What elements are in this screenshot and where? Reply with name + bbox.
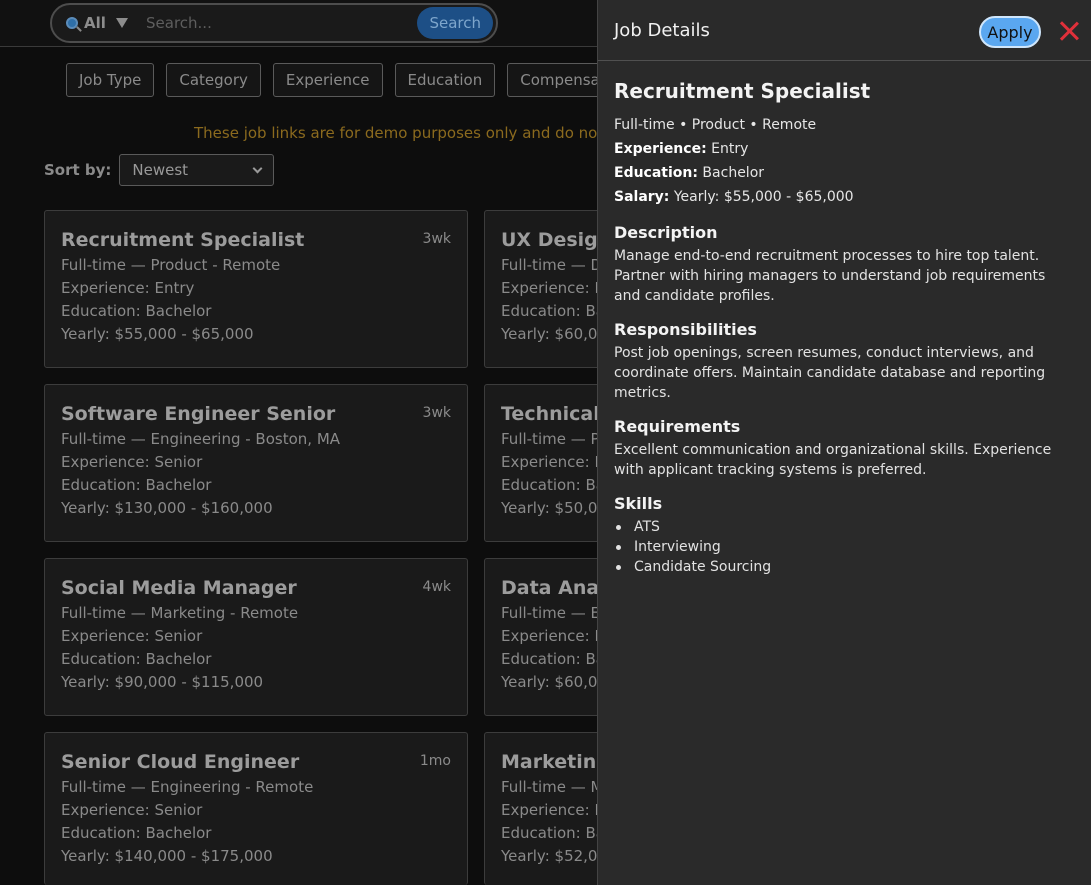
filter-education[interactable]: Education (394, 63, 496, 97)
job-summary: Full-time • Product • Remote (614, 117, 817, 133)
requirements-heading: Requirements (614, 417, 741, 436)
sort-select[interactable]: Newest (119, 154, 275, 186)
sort-value: Newest (132, 161, 189, 179)
job-card-salary: Yearly: $140,000 - $175,000 (61, 847, 273, 865)
filter-experience[interactable]: Experience (272, 63, 383, 97)
filter-bar: Job Type Category Experience Education C… (66, 63, 632, 97)
job-card[interactable]: Senior Cloud Engineer 1mo Full-time — En… (44, 732, 468, 885)
panel-title: Job Details (614, 20, 710, 41)
search-button[interactable]: Search (417, 7, 493, 39)
responsibilities-text: Post job openings, screen resumes, condu… (614, 345, 1046, 401)
chevron-down-icon (252, 163, 263, 173)
panel-header: Job Details Apply (598, 0, 1091, 61)
skill-item: Candidate Sourcing (614, 557, 1075, 577)
panel-body: Recruitment Specialist Full-time • Produ… (598, 61, 1091, 577)
job-card-experience: Experience: Senior (61, 453, 203, 471)
search-bar: All Search (50, 3, 498, 43)
skill-item: ATS (614, 517, 1075, 537)
sort-row: Sort by: Newest (44, 154, 275, 186)
close-icon[interactable] (1058, 20, 1080, 42)
education-value: Bachelor (697, 165, 765, 181)
salary-value: Yearly: $55,000 - $65,000 (669, 189, 854, 205)
salary-label: Salary: (614, 189, 670, 205)
search-scope-dropdown[interactable]: All (52, 14, 138, 32)
demo-disclaimer: These job links are for demo purposes on… (194, 124, 622, 142)
job-card-age: 3wk (422, 405, 451, 421)
education-label: Education: (614, 165, 698, 181)
job-salary: Salary: Yearly: $55,000 - $65,000 (614, 185, 1075, 209)
experience-value: Entry (706, 141, 749, 157)
job-card-education: Education: Bachelor (61, 302, 212, 320)
job-title: Recruitment Specialist (614, 79, 871, 103)
search-scope-label: All (84, 14, 106, 32)
search-input[interactable] (138, 14, 418, 32)
description-heading: Description (614, 223, 718, 242)
job-card-title: Recruitment Specialist (61, 229, 305, 251)
job-card-age: 4wk (422, 579, 451, 595)
description-text: Manage end-to-end recruitment processes … (614, 248, 1046, 304)
job-card-salary: Yearly: $130,000 - $160,000 (61, 499, 273, 517)
sort-label: Sort by: (44, 161, 112, 179)
job-card[interactable]: Software Engineer Senior 3wk Full-time —… (44, 384, 468, 542)
requirements-text: Excellent communication and organization… (614, 442, 1052, 478)
job-card-title: Senior Cloud Engineer (61, 751, 300, 773)
job-card-title: Software Engineer Senior (61, 403, 336, 425)
job-card-salary: Yearly: $90,000 - $115,000 (61, 673, 264, 691)
job-details-panel: Job Details Apply Recruitment Specialist… (597, 0, 1091, 885)
job-experience: Experience: Entry (614, 137, 1075, 161)
job-card-salary: Yearly: $55,000 - $65,000 (61, 325, 254, 343)
search-icon (66, 17, 78, 29)
job-card-age: 1mo (419, 753, 451, 769)
job-card[interactable]: Social Media Manager 4wk Full-time — Mar… (44, 558, 468, 716)
job-card-type: Full-time — Product - Remote (61, 256, 281, 274)
job-card-type: Full-time — Marketing - Remote (61, 604, 299, 622)
job-card-age: 3wk (422, 231, 451, 247)
experience-label: Experience: (614, 141, 707, 157)
caret-down-icon (115, 18, 128, 28)
job-card-title: Social Media Manager (61, 577, 297, 599)
responsibilities-heading: Responsibilities (614, 320, 757, 339)
job-card-education: Education: Bachelor (61, 476, 212, 494)
job-card-education: Education: Bachelor (61, 650, 212, 668)
job-card[interactable]: Recruitment Specialist 3wk Full-time — P… (44, 210, 468, 368)
job-card-experience: Experience: Senior (61, 801, 203, 819)
filter-category[interactable]: Category (166, 63, 261, 97)
job-card-experience: Experience: Entry (61, 279, 195, 297)
job-card-type: Full-time — Engineering - Remote (61, 778, 314, 796)
job-card-type: Full-time — Engineering - Boston, MA (61, 430, 341, 448)
skills-list: ATS Interviewing Candidate Sourcing (614, 517, 1075, 577)
skill-item: Interviewing (614, 537, 1075, 557)
job-card-experience: Experience: Senior (61, 627, 203, 645)
skills-heading: Skills (614, 494, 663, 513)
filter-job-type[interactable]: Job Type (66, 63, 155, 97)
job-card-education: Education: Bachelor (61, 824, 212, 842)
apply-button[interactable]: Apply (979, 16, 1041, 48)
job-education: Education: Bachelor (614, 161, 1075, 185)
